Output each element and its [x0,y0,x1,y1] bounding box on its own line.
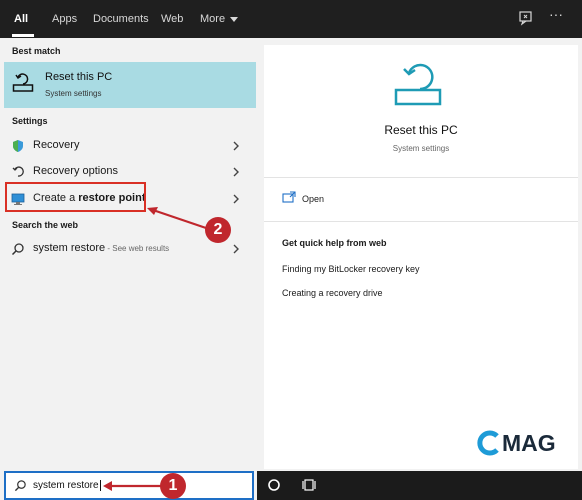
annotation-badge-2: 2 [205,217,231,243]
watermark-logo: MAG [476,428,568,458]
annotation-arrows [103,207,207,491]
watermark-text: MAG [502,430,556,456]
watermark-c-icon [477,430,499,456]
annotation-badge-1: 1 [160,473,186,499]
